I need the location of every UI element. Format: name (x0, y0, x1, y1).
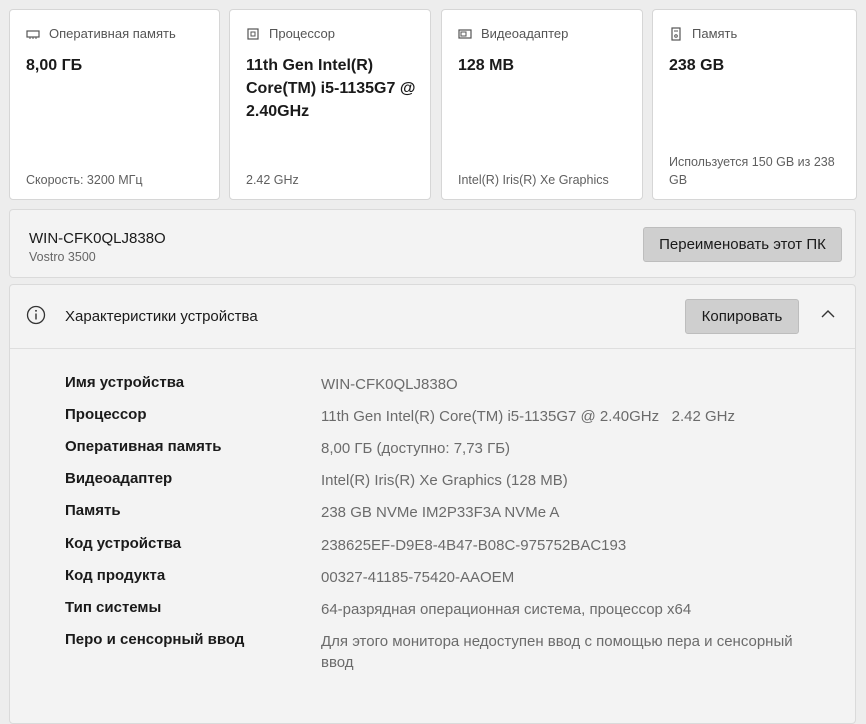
device-specs-title: Характеристики устройства (65, 308, 258, 325)
info-icon (26, 305, 46, 325)
storage-card-sub: Используется 150 GB из 238 GB (669, 155, 835, 187)
pc-model: Vostro 3500 (29, 250, 96, 264)
spec-key: Видеоадаптер (65, 470, 173, 487)
ram-card-sub: Скорость: 3200 МГц (26, 173, 143, 187)
rename-pc-button[interactable]: Переименовать этот ПК (643, 227, 842, 262)
spec-value[interactable]: Для этого монитора недоступен ввод с пом… (321, 631, 811, 673)
spec-key: Код продукта (65, 567, 166, 584)
storage-card-value: 238 GB (669, 57, 725, 74)
spec-key: Перо и сенсорный ввод (65, 631, 245, 648)
cpu-icon (247, 27, 259, 40)
ram-card-value: 8,00 ГБ (26, 57, 83, 74)
gpu-icon (458, 28, 472, 39)
ram-icon (26, 29, 40, 39)
cpu-card-title: Процессор (269, 26, 335, 41)
device-specs-header[interactable]: Характеристики устройства Копировать (10, 285, 855, 349)
storage-icon (671, 26, 681, 41)
ram-card: Оперативная память 8,00 ГБ Скорость: 320… (9, 9, 220, 200)
cpu-card: Процессор 11th Gen Intel(R) Core(TM) i5-… (229, 9, 431, 200)
gpu-card-sub: Intel(R) Iris(R) Xe Graphics (458, 173, 609, 187)
storage-card-title: Память (692, 26, 738, 41)
spec-key: Имя устройства (65, 374, 185, 391)
cpu-card-value: 11th Gen Intel(R) Core(TM) i5-1135G7 @ 2… (246, 57, 416, 120)
device-rename-bar: WIN-CFK0QLJ838O Vostro 3500 Переименоват… (9, 209, 856, 278)
gpu-card-value: 128 MB (458, 57, 515, 74)
spec-value[interactable]: 238625EF-D9E8-4B47-B08C-975752BAC193 (321, 535, 821, 556)
spec-value[interactable]: 64-разрядная операционная система, проце… (321, 599, 821, 620)
gpu-card: Видеоадаптер 128 MB Intel(R) Iris(R) Xe … (441, 9, 643, 200)
spec-value[interactable]: 8,00 ГБ (доступно: 7,73 ГБ) (321, 438, 821, 459)
storage-card: Память 238 GB Используется 150 GB из 238… (652, 9, 857, 200)
gpu-card-title: Видеоадаптер (481, 26, 569, 41)
spec-key: Память (65, 502, 121, 519)
chevron-up-icon[interactable] (820, 307, 836, 321)
spec-value[interactable]: Intel(R) Iris(R) Xe Graphics (128 MB) (321, 470, 821, 491)
copy-specs-button[interactable]: Копировать (685, 299, 799, 334)
spec-value[interactable]: 11th Gen Intel(R) Core(TM) i5-1135G7 @ 2… (321, 406, 821, 427)
spec-key: Код устройства (65, 535, 182, 552)
pc-name: WIN-CFK0QLJ838O (29, 230, 166, 247)
ram-card-title: Оперативная память (49, 26, 176, 41)
spec-key: Тип системы (65, 599, 162, 616)
cpu-card-sub: 2.42 GHz (246, 173, 299, 187)
device-specs-panel: Характеристики устройства Копировать Имя… (9, 284, 856, 724)
spec-value[interactable]: WIN-CFK0QLJ838O (321, 374, 821, 395)
spec-value[interactable]: 00327-41185-75420-AAOEM (321, 567, 821, 588)
spec-key: Оперативная память (65, 438, 222, 455)
spec-value[interactable]: 238 GB NVMe IM2P33F3A NVMe A (321, 502, 821, 523)
spec-key: Процессор (65, 406, 147, 423)
